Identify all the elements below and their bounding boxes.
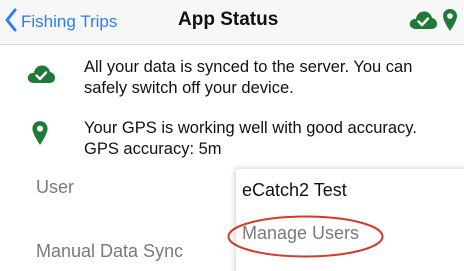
chevron-left-icon (4, 8, 21, 37)
user-label: User (36, 177, 75, 197)
location-pin-icon (31, 120, 49, 151)
location-pin-icon (442, 8, 458, 37)
annotation-ellipse (227, 215, 384, 258)
page-title: App Status (178, 9, 279, 30)
app-status-screen: Fishing Trips App Status All your data i… (0, 0, 464, 271)
cloud-check-icon (408, 9, 438, 36)
cloud-check-icon (26, 63, 56, 90)
sync-status-text: All your data is synced to the server. Y… (84, 58, 413, 97)
back-button-label: Fishing Trips (21, 12, 118, 31)
gps-status-line: Your GPS is working well with good accur… (84, 119, 417, 137)
nav-status-icons (408, 8, 458, 37)
gps-accuracy-line: GPS accuracy: 5m (84, 140, 222, 158)
nav-bar: Fishing Trips App Status (0, 0, 464, 45)
dropdown-option-label: eCatch2 Test (242, 180, 347, 200)
manual-sync-label: Manual Data Sync (36, 241, 184, 261)
dropdown-option-user[interactable]: eCatch2 Test (236, 169, 464, 213)
back-button[interactable]: Fishing Trips (4, 6, 117, 38)
gps-status-text: Your GPS is working well with good accur… (84, 118, 456, 160)
